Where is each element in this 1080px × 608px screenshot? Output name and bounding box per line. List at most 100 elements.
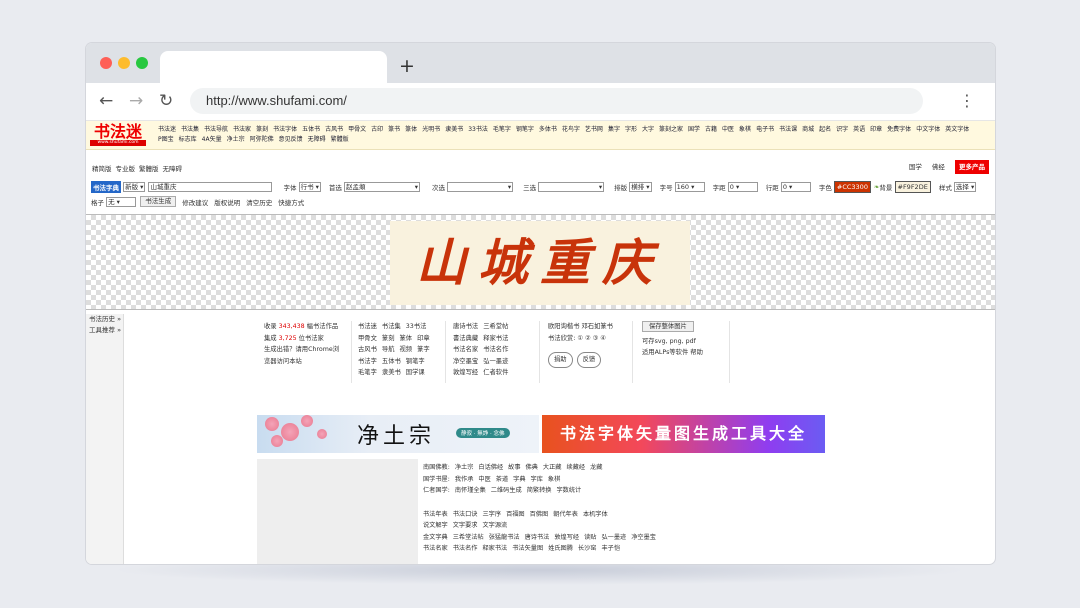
control-link[interactable]: 修改建议	[182, 199, 208, 207]
text-color-swatch[interactable]: #CC3300	[833, 181, 871, 193]
link[interactable]: 净空墨宝	[453, 358, 478, 365]
nav-link[interactable]: 起名	[819, 126, 831, 133]
nav-link[interactable]: 意见反馈	[279, 136, 303, 143]
link[interactable]: 本机字体	[583, 511, 608, 518]
link[interactable]: 隶美书	[382, 369, 401, 376]
nav-link[interactable]: 书法家	[233, 126, 251, 133]
link[interactable]: 茶道	[496, 476, 508, 483]
link[interactable]: 弘一墨迹	[483, 358, 508, 365]
link[interactable]: 象棋	[548, 476, 560, 483]
nav-link[interactable]: 篆书	[388, 126, 400, 133]
nav-link[interactable]: 篆体	[405, 126, 417, 133]
link[interactable]: 篆刻	[382, 335, 395, 342]
reload-icon[interactable]: ↻	[159, 89, 173, 113]
link[interactable]: 简繁转换	[527, 487, 552, 494]
link[interactable]: 白话佛经	[478, 464, 503, 471]
link[interactable]: 唐诗书法	[525, 534, 550, 541]
link[interactable]: 释家书法	[483, 335, 508, 342]
link-fojing[interactable]: 佛经	[932, 163, 945, 171]
link[interactable]: 唐诗书法	[453, 323, 478, 330]
link[interactable]: 文字源流	[483, 522, 508, 529]
link[interactable]: 说文解字	[423, 522, 448, 529]
nav-link[interactable]: 识字	[836, 126, 848, 133]
nav-link[interactable]: 书法字体	[273, 126, 297, 133]
nav-link[interactable]: 花鸟字	[562, 126, 580, 133]
nav-link[interactable]: 篆刻	[256, 126, 268, 133]
back-arrow-icon[interactable]: ←	[99, 89, 113, 113]
link[interactable]: 故事	[508, 464, 520, 471]
link[interactable]: 百佛图	[530, 511, 549, 518]
appreciation-pages[interactable]: ① ② ③ ④	[577, 335, 606, 342]
control-link[interactable]: 快捷方式	[278, 199, 304, 207]
link[interactable]: 弘一墨迹	[602, 534, 627, 541]
nav-link[interactable]: 免费字体	[887, 126, 911, 133]
nav-link[interactable]: 象棋	[739, 126, 751, 133]
first-choice-select[interactable]: 赵孟頫 ▾	[344, 182, 420, 192]
nav-link[interactable]: 古风书	[325, 126, 343, 133]
link[interactable]: 字数统计	[556, 487, 581, 494]
featured-links[interactable]: 欧阳询楷书 邓石如篆书	[548, 321, 613, 333]
maximize-window-button[interactable]	[136, 57, 148, 69]
nav-link[interactable]: 书法迷	[158, 126, 176, 133]
link[interactable]: 钢笔字	[406, 358, 425, 365]
link[interactable]: 甲骨文	[358, 335, 377, 342]
save-image-button[interactable]: 保存整体图片	[642, 321, 694, 332]
nav-link[interactable]: 字形	[625, 126, 637, 133]
nav-link[interactable]: 毛笔字	[493, 126, 511, 133]
link[interactable]: 三字序	[483, 511, 502, 518]
link[interactable]: 书法矢量图	[512, 545, 543, 552]
donate-button[interactable]: 捐助	[548, 352, 573, 368]
nav-link[interactable]: 电子书	[756, 126, 774, 133]
line-spacing-select[interactable]: 0 ▾	[780, 182, 811, 192]
link[interactable]: 古风书	[358, 346, 377, 353]
nav-link[interactable]: 甲骨文	[348, 126, 366, 133]
size-select[interactable]: 160 ▾	[674, 182, 705, 192]
link[interactable]: 南怀瑾全集	[455, 487, 486, 494]
third-choice-select[interactable]: ▾	[538, 182, 605, 192]
link[interactable]: 仁者国学:	[423, 487, 450, 494]
nav-link[interactable]: 集字	[608, 126, 620, 133]
more-products-button[interactable]: 更多产品	[955, 160, 989, 174]
dict-mode-select[interactable]: 新版 ▾	[123, 182, 146, 192]
nav-link[interactable]: P图宝	[158, 136, 174, 143]
feedback-button[interactable]: 反馈	[576, 352, 602, 368]
nav-link[interactable]: 标志库	[179, 136, 197, 143]
active-tab[interactable]	[160, 51, 387, 83]
tools-link[interactable]: 工具推荐 »	[89, 325, 123, 336]
browser-menu-icon[interactable]: ⋮	[959, 89, 975, 113]
nav-link[interactable]: 国学	[688, 126, 700, 133]
nav-link[interactable]: 中医	[722, 126, 734, 133]
nav-link[interactable]: 光明书	[422, 126, 440, 133]
site-logo[interactable]: 书法迷 www.shufami.com	[90, 123, 146, 148]
nav-link[interactable]: 书法课	[779, 126, 797, 133]
history-link[interactable]: 书法历史 »	[89, 314, 123, 325]
nav-link[interactable]: 33书法	[468, 126, 488, 133]
nav-link[interactable]: 大字	[642, 126, 654, 133]
link[interactable]: 佛典	[526, 464, 538, 471]
nav-link[interactable]: 古印	[371, 126, 383, 133]
nav-link[interactable]: 4A矢量	[202, 136, 222, 143]
link[interactable]: 南国佛教:	[423, 464, 450, 471]
link[interactable]: 释家书法	[483, 545, 508, 552]
nav-link[interactable]: 古籍	[705, 126, 717, 133]
link[interactable]: 书法名家	[423, 545, 448, 552]
banner-jingtuzong[interactable]: 净土宗 静寂 · 無諍 · 念佛	[257, 415, 539, 453]
nav-link[interactable]: 艺书网	[585, 126, 603, 133]
link[interactable]: 国学课	[406, 369, 425, 376]
link[interactable]: 视频	[399, 346, 412, 353]
link[interactable]: 书法口诀	[453, 511, 478, 518]
nav-link[interactable]: 净土宗	[227, 136, 245, 143]
link[interactable]: 净土宗	[455, 464, 474, 471]
link[interactable]: 书法年表	[423, 511, 448, 518]
link[interactable]: 丰子恺	[602, 545, 621, 552]
dict-label[interactable]: 书法字典	[91, 181, 121, 193]
link[interactable]: 书法名作	[453, 545, 478, 552]
link[interactable]: 二维码生成	[491, 487, 522, 494]
version-link[interactable]: 繁體版	[139, 165, 159, 173]
nav-link[interactable]: 商城	[802, 126, 814, 133]
nav-link[interactable]: 多体书	[539, 126, 557, 133]
text-input[interactable]: 山城重庆	[147, 182, 272, 192]
control-link[interactable]: 清空历史	[246, 199, 272, 207]
font-select[interactable]: 行书 ▾	[298, 182, 321, 192]
nav-link[interactable]: 钢笔字	[516, 126, 534, 133]
